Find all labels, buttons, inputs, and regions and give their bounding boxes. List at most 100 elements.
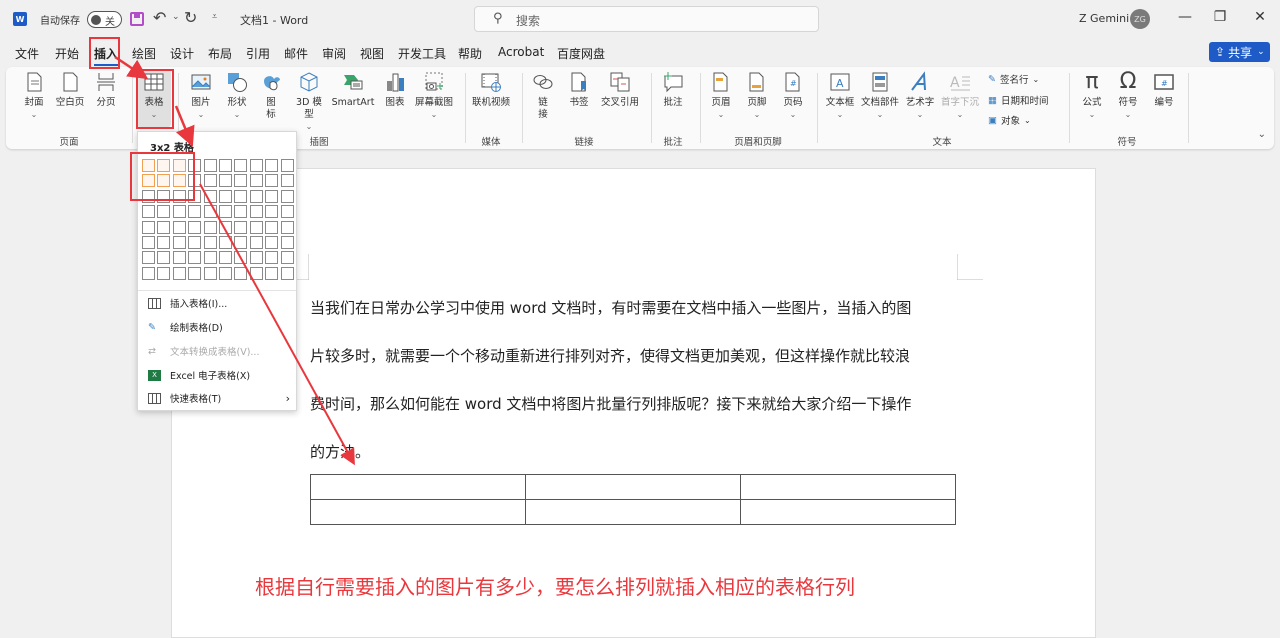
- new-comment-button[interactable]: 批注: [658, 71, 688, 109]
- grid-cell[interactable]: [203, 174, 217, 188]
- cross-reference-button[interactable]: 交叉引用: [598, 71, 642, 109]
- blank-page-button[interactable]: 空白页: [52, 71, 88, 109]
- grid-cell[interactable]: [142, 236, 155, 249]
- online-video-button[interactable]: 联机视频: [469, 71, 513, 109]
- menu-item-excel-spreadsheet[interactable]: X Excel 电子表格(X): [148, 366, 294, 384]
- grid-cell[interactable]: [188, 266, 202, 280]
- tab-layout[interactable]: 布局: [208, 45, 232, 62]
- paragraph-line[interactable]: 的方法。: [310, 441, 370, 462]
- grid-cell[interactable]: [219, 205, 232, 219]
- grid-cell[interactable]: [280, 159, 294, 172]
- tab-design[interactable]: 设计: [170, 45, 194, 62]
- grid-cell[interactable]: [142, 266, 155, 280]
- equation-button[interactable]: π 公式 ⌄: [1078, 71, 1106, 121]
- grid-cell[interactable]: [280, 236, 294, 249]
- grid-cell[interactable]: [219, 159, 232, 172]
- grid-cell[interactable]: [219, 266, 232, 280]
- grid-cell[interactable]: [249, 189, 263, 203]
- grid-cell[interactable]: [142, 220, 155, 234]
- grid-cell[interactable]: [234, 266, 248, 280]
- grid-cell[interactable]: [203, 266, 217, 280]
- grid-cell[interactable]: [219, 236, 232, 249]
- symbol-button[interactable]: Ω 符号 ⌄: [1114, 71, 1142, 121]
- icons-button[interactable]: 图标: [258, 71, 284, 121]
- avatar[interactable]: ZG: [1130, 9, 1150, 29]
- grid-cell[interactable]: [157, 205, 171, 219]
- screenshot-button[interactable]: 屏幕截图 ⌄: [412, 71, 456, 121]
- grid-cell[interactable]: [203, 205, 217, 219]
- grid-cell[interactable]: [188, 251, 202, 265]
- tab-developer[interactable]: 开发工具: [398, 45, 446, 62]
- minimize-button[interactable]: —: [1175, 9, 1195, 25]
- table-cell[interactable]: [310, 474, 526, 500]
- undo-icon[interactable]: ↶: [153, 8, 166, 27]
- 3d-models-button[interactable]: 3D 模型 ⌄: [294, 71, 324, 133]
- quick-parts-button[interactable]: 文档部件 ⌄: [860, 71, 900, 121]
- grid-cell[interactable]: [219, 174, 232, 188]
- menu-item-quick-tables[interactable]: 快速表格(T) ›: [148, 389, 294, 407]
- grid-cell[interactable]: [234, 236, 248, 249]
- table-cell[interactable]: [525, 474, 741, 500]
- object-button[interactable]: ▣ 对象 ⌄: [988, 113, 1031, 128]
- share-button[interactable]: ⇪ 共享 ⌄: [1209, 42, 1270, 62]
- grid-cell[interactable]: [265, 189, 279, 203]
- grid-cell[interactable]: [280, 266, 294, 280]
- grid-cell[interactable]: [203, 220, 217, 234]
- grid-cell[interactable]: [188, 205, 202, 219]
- tab-home[interactable]: 开始: [55, 45, 79, 62]
- grid-cell[interactable]: [157, 266, 171, 280]
- tab-review[interactable]: 审阅: [322, 45, 346, 62]
- grid-cell[interactable]: [188, 220, 202, 234]
- grid-cell[interactable]: [203, 236, 217, 249]
- grid-cell[interactable]: [265, 159, 279, 172]
- grid-cell[interactable]: [280, 205, 294, 219]
- grid-cell[interactable]: [203, 159, 217, 172]
- grid-cell[interactable]: [203, 251, 217, 265]
- grid-cell[interactable]: [249, 159, 263, 172]
- page-number-button[interactable]: # 页码 ⌄: [778, 71, 808, 121]
- grid-cell[interactable]: [157, 220, 171, 234]
- date-time-button[interactable]: ▦ 日期和时间: [988, 93, 1049, 108]
- grid-cell[interactable]: [188, 236, 202, 249]
- header-button[interactable]: 页眉 ⌄: [706, 71, 736, 121]
- paragraph-line[interactable]: 费时间，那么如何能在 word 文档中将图片批量行列排版呢？接下来就给大家介绍一…: [310, 393, 911, 414]
- grid-cell[interactable]: [234, 251, 248, 265]
- grid-cell[interactable]: [172, 266, 186, 280]
- tab-baidu-netdisk[interactable]: 百度网盘: [557, 45, 605, 62]
- grid-cell[interactable]: [265, 266, 279, 280]
- grid-cell[interactable]: [249, 266, 263, 280]
- menu-item-convert-text-to-table[interactable]: ⇄ 文本转换成表格(V)...: [148, 342, 294, 360]
- restore-button[interactable]: ❐: [1210, 9, 1230, 25]
- user-name[interactable]: Z Gemini: [1079, 12, 1129, 25]
- grid-cell[interactable]: [234, 220, 248, 234]
- menu-item-insert-table[interactable]: 插入表格(I)...: [148, 294, 294, 312]
- grid-cell[interactable]: [234, 189, 248, 203]
- pictures-button[interactable]: 图片 ⌄: [186, 71, 216, 121]
- grid-cell[interactable]: [172, 236, 186, 249]
- tab-acrobat[interactable]: Acrobat: [498, 45, 544, 59]
- wordart-button[interactable]: 艺术字 ⌄: [904, 71, 936, 121]
- paragraph-line[interactable]: 片较多时，就需要一个个移动重新进行排列对齐，使得文档更加美观，但这样操作就比较浪: [310, 345, 910, 366]
- grid-cell[interactable]: [265, 251, 279, 265]
- page-break-button[interactable]: 分页: [92, 71, 120, 109]
- tab-help[interactable]: 帮助: [458, 45, 482, 62]
- table-cell[interactable]: [740, 474, 956, 500]
- grid-cell[interactable]: [280, 174, 294, 188]
- signature-line-button[interactable]: ✎ 签名行 ⌄: [988, 72, 1039, 87]
- autosave-toggle[interactable]: 关: [87, 11, 122, 28]
- link-button[interactable]: 链接: [530, 71, 556, 121]
- grid-cell[interactable]: [172, 251, 186, 265]
- grid-cell[interactable]: [249, 251, 263, 265]
- document-table[interactable]: [310, 474, 956, 525]
- grid-cell[interactable]: [249, 236, 263, 249]
- smartart-button[interactable]: SmartArt: [328, 71, 378, 109]
- close-button[interactable]: ✕: [1250, 9, 1270, 25]
- grid-cell[interactable]: [249, 220, 263, 234]
- tab-file[interactable]: 文件: [15, 45, 39, 62]
- grid-cell[interactable]: [265, 174, 279, 188]
- bookmark-button[interactable]: 书签: [566, 71, 592, 109]
- grid-cell[interactable]: [219, 251, 232, 265]
- grid-cell[interactable]: [219, 189, 232, 203]
- text-box-button[interactable]: A 文本框 ⌄: [824, 71, 856, 121]
- shapes-button[interactable]: 形状 ⌄: [222, 71, 252, 121]
